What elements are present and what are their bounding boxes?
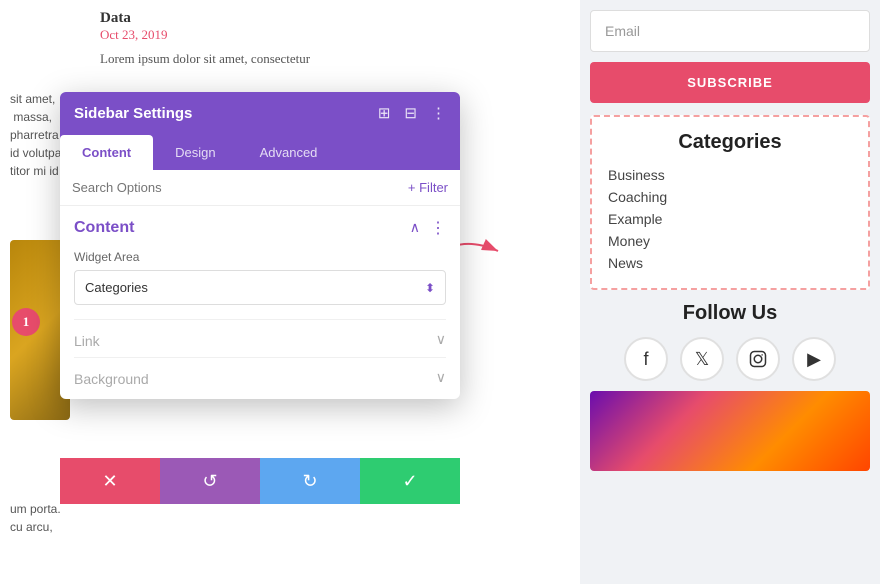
more-options-icon[interactable]: ⋮ — [431, 104, 446, 123]
social-icons-row: f 𝕏 ▶ — [590, 337, 870, 381]
youtube-icon[interactable]: ▶ — [792, 337, 836, 381]
chevron-up-icon[interactable]: ∧ — [410, 220, 420, 237]
confirm-button[interactable]: ✓ — [360, 458, 460, 504]
panel-header: Sidebar Settings ⊞ ⊟ ⋮ — [60, 92, 460, 135]
tab-design[interactable]: Design — [153, 135, 237, 170]
background-chevron-icon: ∨ — [436, 370, 446, 387]
article-date: Oct 23, 2019 — [100, 27, 440, 43]
widget-area-value: Categories — [85, 280, 148, 295]
more-dots-icon[interactable]: ⋮ — [430, 218, 446, 238]
email-input-display[interactable]: Email — [590, 10, 870, 52]
article-excerpt: Lorem ipsum dolor sit amet, consectetur — [100, 49, 440, 69]
data-label: Data — [100, 10, 440, 27]
section-header-icons: ∧ ⋮ — [410, 218, 446, 238]
content-section-title: Content — [74, 219, 134, 237]
undo-button[interactable]: ↺ — [160, 458, 260, 504]
redo-button[interactable]: ↻ — [260, 458, 360, 504]
follow-us-title: Follow Us — [590, 302, 870, 325]
facebook-icon[interactable]: f — [624, 337, 668, 381]
partial-left-text-bottom: um porta. cu arcu, — [10, 500, 65, 536]
cancel-button[interactable]: ✕ — [60, 458, 160, 504]
sidebar-settings-panel: Sidebar Settings ⊞ ⊟ ⋮ Content Design Ad… — [60, 92, 460, 399]
background-section-title: Background — [74, 371, 149, 387]
list-item[interactable]: Example — [608, 208, 852, 230]
categories-box: Categories Business Coaching Example Mon… — [590, 115, 870, 290]
categories-list: Business Coaching Example Money News — [608, 164, 852, 274]
categories-title: Categories — [608, 131, 852, 154]
right-sidebar: Email SUBSCRIBE Categories Business Coac… — [580, 0, 880, 584]
step-badge: 1 — [12, 308, 40, 336]
instagram-icon[interactable] — [736, 337, 780, 381]
search-row: + Filter — [60, 170, 460, 206]
tab-content[interactable]: Content — [60, 135, 153, 170]
list-item[interactable]: Business — [608, 164, 852, 186]
select-arrow-icon: ⬍ — [425, 281, 435, 295]
bottom-toolbar: ✕ ↺ ↻ ✓ — [60, 458, 460, 504]
search-input[interactable] — [72, 180, 400, 195]
list-item[interactable]: News — [608, 252, 852, 274]
twitter-icon[interactable]: 𝕏 — [680, 337, 724, 381]
panel-body: Content ∧ ⋮ Widget Area Categories ⬍ Lin… — [60, 206, 460, 399]
collapse-icon[interactable]: ⊟ — [404, 104, 417, 123]
panel-header-icons: ⊞ ⊟ ⋮ — [378, 104, 446, 123]
link-section: Link ∨ — [74, 319, 446, 349]
content-section-header: Content ∧ ⋮ — [74, 218, 446, 238]
tab-advanced[interactable]: Advanced — [238, 135, 340, 170]
link-section-header[interactable]: Link ∨ — [74, 332, 446, 349]
subscribe-button[interactable]: SUBSCRIBE — [590, 62, 870, 103]
list-item[interactable]: Coaching — [608, 186, 852, 208]
filter-button[interactable]: + Filter — [408, 180, 448, 195]
panel-title: Sidebar Settings — [74, 105, 192, 122]
link-section-title: Link — [74, 333, 100, 349]
background-section: Background ∨ — [74, 357, 446, 387]
colorful-image — [590, 391, 870, 471]
link-chevron-icon: ∨ — [436, 332, 446, 349]
widget-area-label: Widget Area — [74, 250, 446, 264]
widget-area-select[interactable]: Categories ⬍ — [74, 270, 446, 305]
panel-tabs: Content Design Advanced — [60, 135, 460, 170]
list-item[interactable]: Money — [608, 230, 852, 252]
expand-icon[interactable]: ⊞ — [378, 104, 391, 123]
background-section-header[interactable]: Background ∨ — [74, 370, 446, 387]
